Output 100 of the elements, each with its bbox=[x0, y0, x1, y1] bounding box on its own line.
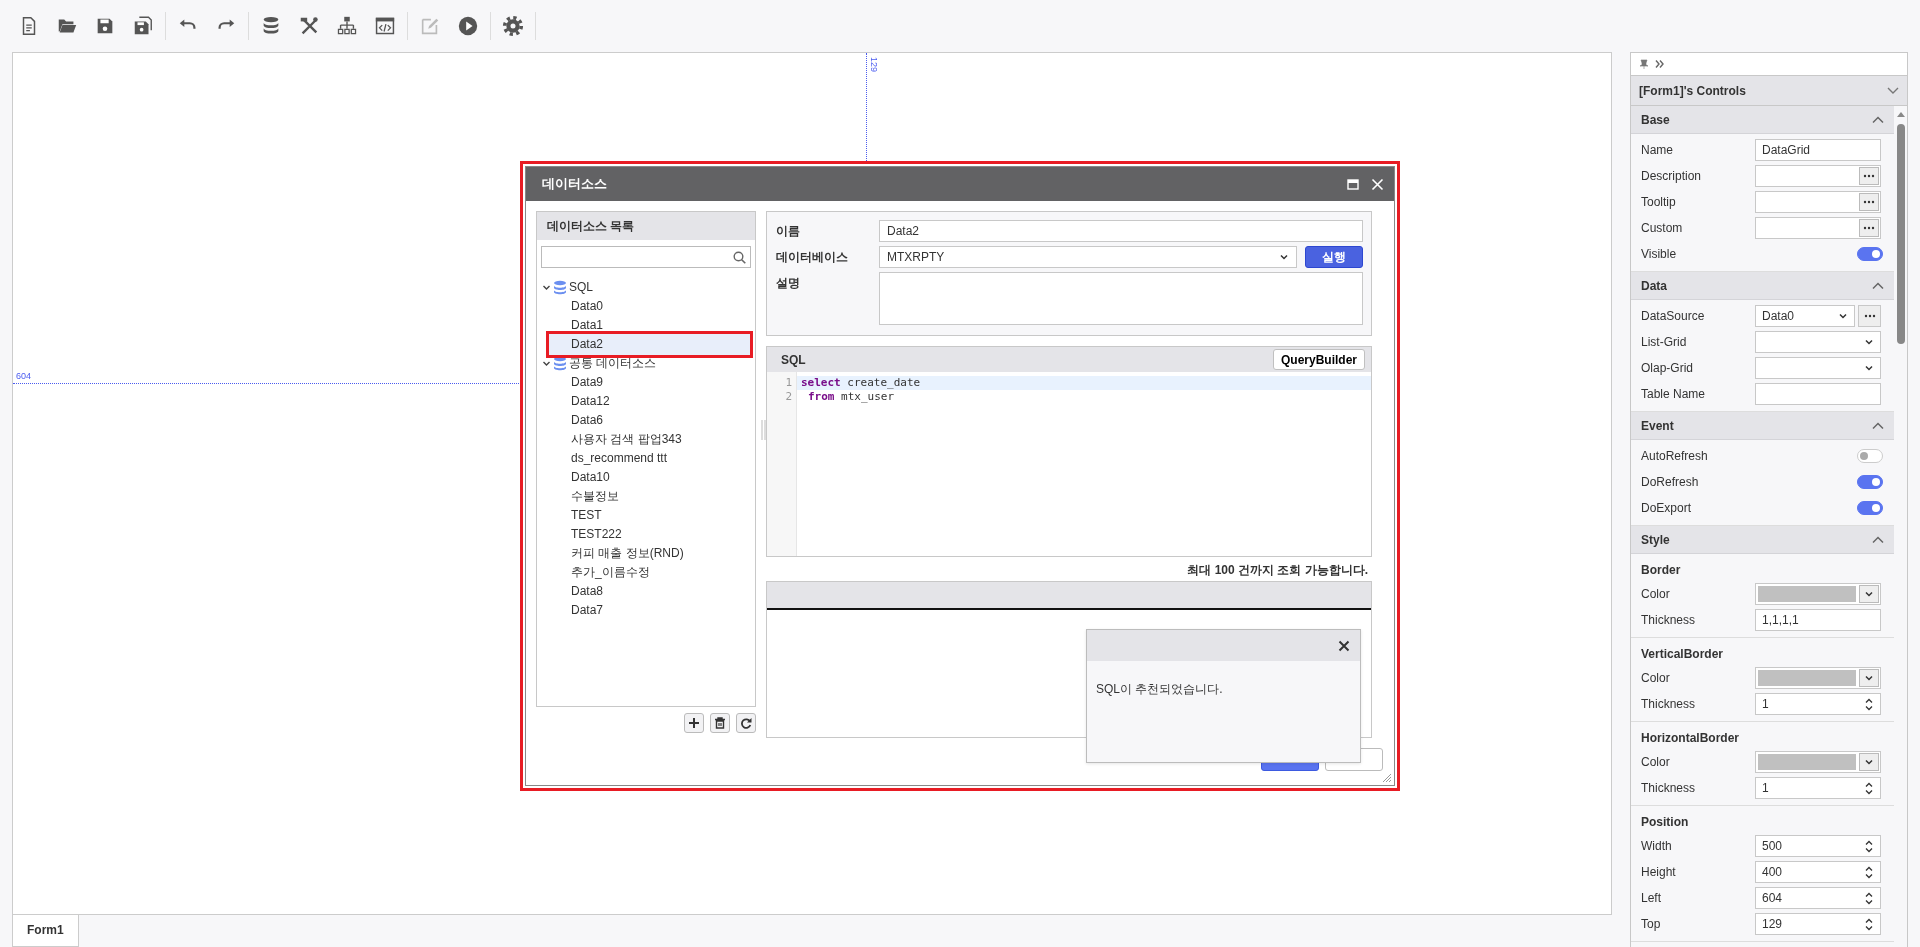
number-field[interactable]: 1 bbox=[1755, 777, 1881, 799]
panel-header: 데이터소스 목록 bbox=[537, 212, 755, 240]
caret-icon[interactable] bbox=[542, 359, 551, 368]
search-icon bbox=[733, 250, 746, 264]
double-chevron-icon[interactable] bbox=[1655, 59, 1665, 69]
text-field[interactable] bbox=[1755, 383, 1881, 405]
property-label: Table Name bbox=[1641, 387, 1707, 401]
section-title: Data bbox=[1641, 278, 1667, 293]
tree-item[interactable]: TEST222 bbox=[546, 525, 753, 544]
tree-item[interactable]: 추가_이름수정 bbox=[546, 563, 753, 582]
save-all-icon[interactable] bbox=[132, 15, 154, 37]
code-editor[interactable]: 1 2 select create_date from mtx_user bbox=[767, 372, 1371, 556]
section-title: Event bbox=[1641, 418, 1674, 433]
tree-item[interactable]: Data10 bbox=[546, 468, 753, 487]
code-line[interactable]: from mtx_user bbox=[797, 390, 1371, 404]
play-icon[interactable] bbox=[457, 15, 479, 37]
tree-item[interactable]: Data2 bbox=[546, 331, 753, 358]
tree-group-label[interactable]: SQL bbox=[569, 278, 593, 297]
select-field[interactable]: Data0 bbox=[1755, 305, 1855, 327]
tree-item[interactable]: Data6 bbox=[546, 411, 753, 430]
tree-item[interactable]: Data7 bbox=[546, 601, 753, 620]
group-title: VerticalBorder bbox=[1640, 646, 1725, 663]
delete-button[interactable] bbox=[710, 713, 730, 733]
ellipsis-icon bbox=[1863, 314, 1876, 318]
chevron-down-icon bbox=[1864, 363, 1874, 373]
property-label: Thickness bbox=[1641, 613, 1697, 627]
code-window-icon[interactable] bbox=[374, 15, 396, 37]
property-label: Olap-Grid bbox=[1641, 361, 1694, 375]
text-field[interactable]: 1,1,1,1 bbox=[1755, 609, 1881, 631]
number-field[interactable]: 604 bbox=[1755, 887, 1881, 909]
number-field[interactable]: 129 bbox=[1755, 913, 1881, 935]
tree-item[interactable]: 사용자 검색 팝업343 bbox=[546, 430, 753, 449]
ellipsis-icon bbox=[1863, 226, 1875, 230]
chevron-down-icon bbox=[1838, 311, 1848, 321]
query-builder-button[interactable]: QueryBuilder bbox=[1272, 349, 1365, 370]
select-field[interactable] bbox=[1755, 331, 1881, 353]
pin-icon[interactable] bbox=[1639, 59, 1649, 69]
number-field[interactable]: 400 bbox=[1755, 861, 1881, 883]
resize-grip-icon[interactable] bbox=[1382, 773, 1392, 783]
property-label: List-Grid bbox=[1641, 335, 1688, 349]
tree-item[interactable]: Data0 bbox=[546, 297, 753, 316]
section-header[interactable]: Style bbox=[1631, 526, 1894, 554]
hierarchy-icon[interactable] bbox=[336, 15, 358, 37]
plus-icon bbox=[688, 717, 700, 729]
section-header[interactable]: Base bbox=[1631, 106, 1894, 134]
property-label: DoExport bbox=[1641, 501, 1693, 515]
section-title: Style bbox=[1641, 532, 1670, 547]
select-field[interactable] bbox=[1755, 357, 1881, 379]
tree-item[interactable]: 커피 매출 정보(RND) bbox=[546, 544, 753, 563]
more-button[interactable] bbox=[1859, 193, 1879, 211]
select-field[interactable]: MTXRPTY bbox=[879, 246, 1297, 268]
tree-item[interactable]: Data12 bbox=[546, 392, 753, 411]
spinner-icon bbox=[1864, 865, 1874, 879]
property-label: Custom bbox=[1641, 221, 1684, 235]
tools-icon[interactable] bbox=[298, 15, 320, 37]
color-field[interactable] bbox=[1755, 667, 1881, 689]
settings-icon[interactable] bbox=[502, 15, 524, 37]
text-field[interactable] bbox=[1755, 165, 1881, 187]
number-field[interactable]: 500 bbox=[1755, 835, 1881, 857]
caret-icon[interactable] bbox=[542, 283, 551, 292]
spinner-icon bbox=[1864, 917, 1874, 931]
property-label: Thickness bbox=[1641, 697, 1697, 711]
tree-item[interactable]: TEST bbox=[546, 506, 753, 525]
tree-item[interactable]: Data9 bbox=[546, 373, 753, 392]
color-field[interactable] bbox=[1755, 751, 1881, 773]
text-field[interactable] bbox=[1755, 191, 1881, 213]
chevron-down-icon bbox=[1864, 337, 1874, 347]
toggle-switch[interactable] bbox=[1857, 475, 1883, 489]
tree-item[interactable]: 수불정보 bbox=[546, 487, 753, 506]
scrollbar-thumb[interactable] bbox=[1897, 124, 1905, 344]
line-number: 2 bbox=[784, 390, 793, 404]
scroll-up-icon[interactable] bbox=[1896, 110, 1906, 118]
toggle-switch[interactable] bbox=[1857, 501, 1883, 515]
section-header[interactable]: Event bbox=[1631, 412, 1894, 440]
run-button[interactable]: 실행 bbox=[1305, 246, 1363, 268]
refresh-button[interactable] bbox=[736, 713, 756, 733]
more-button[interactable] bbox=[1859, 167, 1879, 185]
toggle-switch[interactable] bbox=[1857, 449, 1883, 463]
text-field[interactable]: DataGrid bbox=[1755, 139, 1881, 161]
splitter-handle[interactable] bbox=[761, 420, 766, 440]
tree-item[interactable]: ds_recommend ttt bbox=[546, 449, 753, 468]
color-field[interactable] bbox=[1755, 583, 1881, 605]
toggle-switch[interactable] bbox=[1857, 247, 1883, 261]
close-icon[interactable] bbox=[1338, 639, 1350, 652]
chevron-up-icon bbox=[1872, 281, 1884, 290]
ellipsis-icon bbox=[1863, 200, 1875, 204]
add-button[interactable] bbox=[684, 713, 704, 733]
spinner-icon bbox=[1864, 891, 1874, 905]
text-field[interactable] bbox=[1755, 217, 1881, 239]
more-button[interactable] bbox=[1859, 219, 1879, 237]
maximize-icon[interactable] bbox=[1347, 178, 1359, 190]
property-label: Tooltip bbox=[1641, 195, 1677, 209]
more-button[interactable] bbox=[1858, 305, 1881, 327]
form-tab[interactable]: Form1 bbox=[12, 915, 79, 947]
tree-item[interactable]: Data8 bbox=[546, 582, 753, 601]
search-field[interactable] bbox=[541, 246, 751, 268]
section-header[interactable]: Data bbox=[1631, 272, 1894, 300]
number-field[interactable]: 1 bbox=[1755, 693, 1881, 715]
chevron-down-icon bbox=[1279, 252, 1289, 262]
text-field[interactable]: Data2 bbox=[879, 220, 1363, 242]
